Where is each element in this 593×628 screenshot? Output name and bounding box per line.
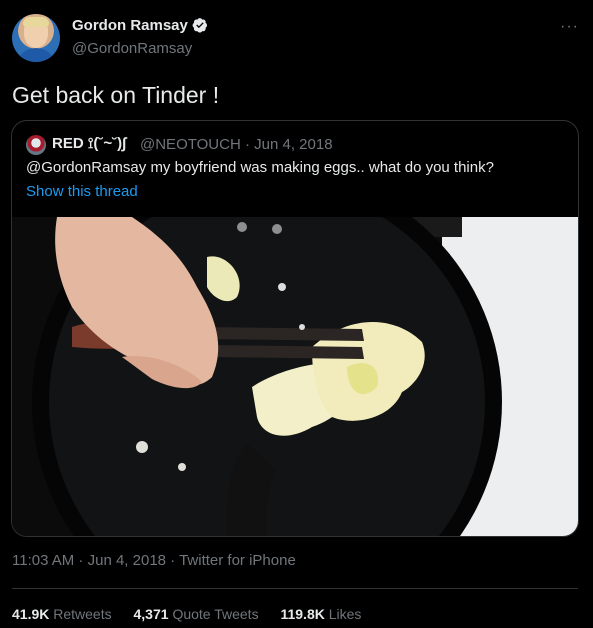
- tweet-stats: 41.9K Retweets 4,371 Quote Tweets 119.8K…: [12, 606, 379, 622]
- quoted-text: @GordonRamsay my boyfriend was making eg…: [26, 159, 494, 176]
- quoted-meta: @NEOTOUCH · Jun 4, 2018: [140, 136, 333, 153]
- egg-pan-image: [12, 217, 578, 536]
- timestamp-separator: ·: [74, 552, 88, 569]
- quoted-author-name: RED ⟟(˘~˘)∫: [52, 135, 127, 152]
- quoted-author-handle: @NEOTOUCH: [140, 136, 241, 153]
- more-options-icon[interactable]: ···: [560, 18, 579, 36]
- avatar-coat: [16, 48, 56, 62]
- author-avatar[interactable]: [12, 14, 60, 62]
- likes-label: Likes: [328, 606, 362, 622]
- quotes-label: Quote Tweets: [172, 606, 259, 622]
- show-thread-link[interactable]: Show this thread: [26, 183, 138, 200]
- author-name: Gordon Ramsay: [72, 17, 188, 34]
- tweet-text: Get back on Tinder !: [12, 82, 220, 108]
- author-name-link[interactable]: Gordon Ramsay: [72, 17, 208, 34]
- quotes-count: 4,371: [133, 606, 169, 622]
- tweet-timestamp: 11:03 AM · Jun 4, 2018 · Twitter for iPh…: [12, 552, 296, 569]
- quoted-tweet[interactable]: RED ⟟(˘~˘)∫ @NEOTOUCH · Jun 4, 2018 @Gor…: [11, 120, 579, 537]
- likes-count: 119.8K: [280, 606, 325, 622]
- tweet-source[interactable]: Twitter for iPhone: [179, 552, 296, 569]
- author-handle[interactable]: @GordonRamsay: [72, 40, 192, 57]
- tweet-time[interactable]: 11:03 AM: [12, 552, 74, 569]
- timestamp-separator: ·: [166, 552, 180, 569]
- quoted-media-video[interactable]: [12, 217, 578, 536]
- quoted-date: · Jun 4, 2018: [244, 136, 333, 153]
- retweets-stat[interactable]: 41.9K Retweets: [12, 606, 112, 622]
- avatar-hair: [23, 17, 49, 27]
- verified-badge-icon: [192, 18, 207, 33]
- tweet: Gordon Ramsay @GordonRamsay ··· Get back…: [0, 0, 593, 628]
- quoted-author-avatar: [26, 135, 46, 155]
- retweets-count: 41.9K: [12, 606, 50, 622]
- likes-stat[interactable]: 119.8K Likes: [280, 606, 361, 622]
- tweet-date[interactable]: Jun 4, 2018: [88, 552, 166, 569]
- retweets-label: Retweets: [53, 606, 112, 622]
- stats-divider: [12, 588, 578, 589]
- quote-tweets-stat[interactable]: 4,371 Quote Tweets: [134, 606, 259, 622]
